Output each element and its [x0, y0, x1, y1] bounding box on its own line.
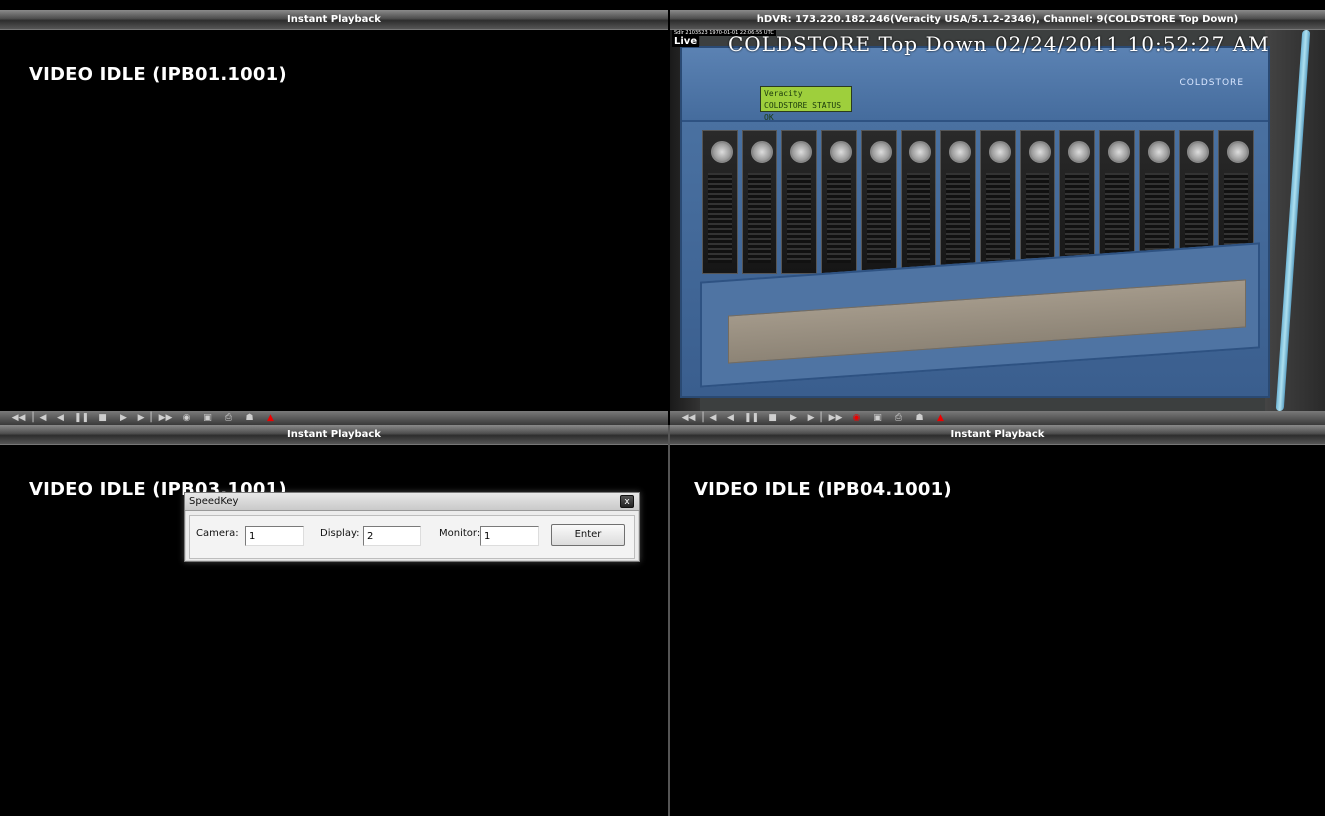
drive-bay [940, 130, 977, 274]
skip-end-icon[interactable]: ▶▕ [804, 411, 825, 425]
skip-start-icon[interactable]: ▏◀ [699, 411, 720, 425]
snapshot-icon[interactable]: ▣ [197, 411, 218, 425]
print-icon[interactable]: ⎙ [888, 411, 909, 425]
snapshot-icon[interactable]: ▣ [867, 411, 888, 425]
skip-start-icon[interactable]: ▏◀ [29, 411, 50, 425]
print-icon[interactable]: ⎙ [218, 411, 239, 425]
monitor-input[interactable] [480, 526, 539, 546]
video-idle-text: VIDEO IDLE (IPB04.1001) [694, 479, 952, 500]
pause-icon[interactable]: ❚❚ [741, 411, 762, 425]
video-idle-text: VIDEO IDLE (IPB01.1001) [29, 64, 287, 85]
drive-bay [821, 130, 857, 274]
live-video-area[interactable]: Veracity COLDSTORE STATUS OK COLDSTORE S… [670, 30, 1325, 411]
enter-button[interactable]: Enter [551, 524, 625, 546]
dialog-titlebar[interactable]: SpeedKey x [185, 493, 639, 511]
osd-camera-timestamp: COLDSTORE Top Down 02/24/2011 10:52:27 A… [728, 32, 1270, 56]
video-pane-ipb04[interactable]: Instant Playback VIDEO IDLE (IPB04.1001) [670, 425, 1325, 816]
drive-bay [1019, 130, 1056, 274]
video-pane-coldstore[interactable]: hDVR: 173.220.182.246(Veracity USA/5.1.2… [670, 10, 1325, 411]
play-icon[interactable]: ▶ [783, 411, 804, 425]
pane-title: hDVR: 173.220.182.246(Veracity USA/5.1.2… [670, 10, 1325, 30]
record-icon[interactable]: ▲ [260, 411, 281, 425]
pane-title: Instant Playback [670, 425, 1325, 445]
drive-bay [900, 130, 937, 274]
turtle-icon[interactable]: ☗ [909, 411, 930, 425]
step-back-icon[interactable]: ◀ [720, 411, 741, 425]
drive-bay [1059, 130, 1096, 274]
skip-end-icon[interactable]: ▶▕ [134, 411, 155, 425]
pause-icon[interactable]: ❚❚ [71, 411, 92, 425]
drive-bay [781, 130, 818, 274]
stop-icon[interactable]: ■ [762, 411, 783, 425]
stop-icon[interactable]: ■ [92, 411, 113, 425]
drive-bay [741, 130, 778, 274]
foam-insert [728, 279, 1246, 364]
camera-input[interactable] [245, 526, 304, 546]
drive-bay [860, 130, 897, 274]
turtle-icon[interactable]: ☗ [239, 411, 260, 425]
camera-feed-image: Veracity COLDSTORE STATUS OK COLDSTORE S… [670, 30, 1325, 411]
fast-forward-icon[interactable]: ▶▶ [155, 411, 176, 425]
dialog-body: Camera: Display: Monitor: Enter [185, 511, 639, 563]
video-area[interactable]: VIDEO IDLE (IPB04.1001) [670, 445, 1325, 816]
playback-controls-right: ◀◀ ▏◀ ◀ ❚❚ ■ ▶ ▶▕ ▶▶ ◉ ▣ ⎙ ☗ ▲ [670, 411, 1325, 425]
display-input[interactable] [363, 526, 421, 546]
fast-forward-icon[interactable]: ▶▶ [825, 411, 846, 425]
eye-icon[interactable]: ◉ [176, 411, 197, 425]
monitor-label: Monitor: [439, 528, 481, 539]
play-icon[interactable]: ▶ [113, 411, 134, 425]
drive-bay [980, 130, 1016, 274]
lcd-display: Veracity COLDSTORE STATUS OK [760, 86, 852, 122]
live-indicator: Live [672, 36, 700, 47]
video-pane-ipb03[interactable]: Instant Playback VIDEO IDLE (IPB03.1001) [0, 425, 668, 816]
rewind-icon[interactable]: ◀◀ [8, 411, 29, 425]
pane-title: Instant Playback [0, 10, 668, 30]
video-area[interactable]: VIDEO IDLE (IPB01.1001) [0, 30, 668, 411]
drive-bay [702, 130, 738, 274]
speedkey-dialog: SpeedKey x Camera: Display: Monitor: Ent… [184, 492, 640, 562]
video-pane-ipb01[interactable]: Instant Playback VIDEO IDLE (IPB01.1001) [0, 10, 668, 411]
camera-label: Camera: [196, 528, 239, 539]
record-icon[interactable]: ▲ [930, 411, 951, 425]
playback-controls-left: ◀◀ ▏◀ ◀ ❚❚ ■ ▶ ▶▕ ▶▶ ◉ ▣ ⎙ ☗ ▲ [0, 411, 668, 425]
display-label: Display: [320, 528, 360, 539]
brand-logo: COLDSTORE [1179, 78, 1244, 88]
step-back-icon[interactable]: ◀ [50, 411, 71, 425]
dialog-group: Camera: Display: Monitor: Enter [189, 515, 635, 559]
dialog-title: SpeedKey [189, 496, 239, 507]
rewind-icon[interactable]: ◀◀ [678, 411, 699, 425]
eye-icon[interactable]: ◉ [846, 411, 867, 425]
pane-title: Instant Playback [0, 425, 668, 445]
chassis-front-panel: Veracity COLDSTORE STATUS OK COLDSTORE [682, 48, 1268, 122]
close-button[interactable]: x [620, 495, 634, 508]
